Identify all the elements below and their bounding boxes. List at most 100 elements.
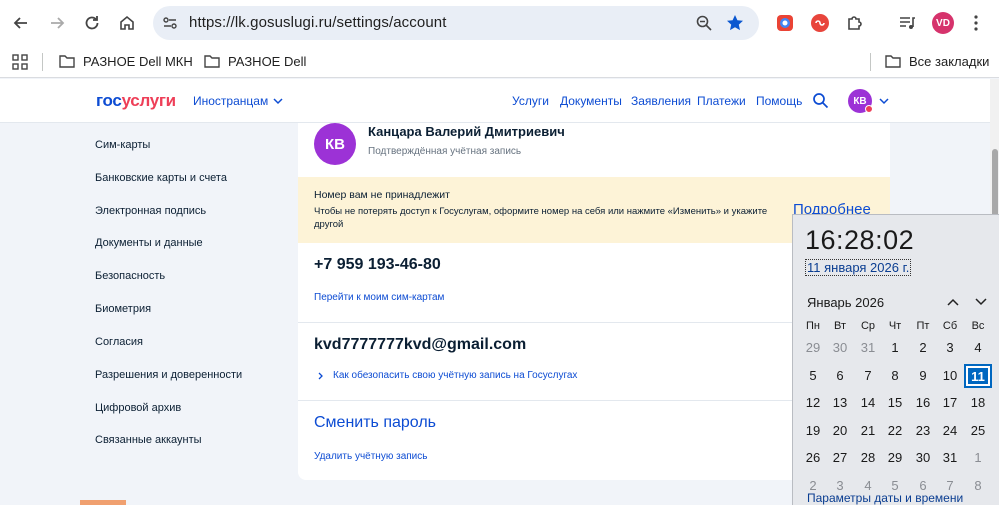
calendar-day[interactable]: 25 [964, 419, 992, 443]
more-menu-icon[interactable] [966, 13, 986, 33]
calendar-day[interactable]: 26 [799, 446, 827, 470]
folder-icon [885, 55, 901, 68]
delete-account-link[interactable]: Удалить учётную запись [314, 451, 427, 462]
sidebar-item-e-signature[interactable]: Электронная подпись [95, 205, 206, 217]
calendar-day[interactable]: 19 [799, 419, 827, 443]
calendar-day[interactable]: 3 [936, 336, 964, 360]
zoom-icon[interactable] [695, 14, 713, 32]
link-extension-icon[interactable] [810, 13, 830, 33]
home-icon [120, 15, 134, 30]
gosuslugi-logo[interactable]: госуслуги [96, 91, 176, 111]
sidebar-item-digital-archive[interactable]: Цифровой архив [95, 402, 181, 414]
sidebar-item-permissions[interactable]: Разрешения и доверенности [95, 369, 242, 381]
color-extension-icon[interactable] [775, 13, 795, 33]
calendar-day[interactable]: 1 [964, 446, 992, 470]
calendar-day[interactable]: 1 [881, 336, 909, 360]
calendar-day[interactable]: 7 [854, 364, 882, 388]
url-text[interactable]: https://lk.gosuslugi.ru/settings/account [189, 14, 446, 31]
back-button[interactable] [6, 8, 36, 38]
nav-payments[interactable]: Платежи [697, 94, 746, 108]
change-password-link[interactable]: Сменить пароль [314, 414, 436, 432]
calendar-day[interactable]: 31 [936, 446, 964, 470]
apps-grid-icon[interactable] [12, 54, 28, 70]
sidebar-item-linked-accounts[interactable]: Связанные аккаунты [95, 434, 202, 446]
calendar-day[interactable]: 29 [881, 446, 909, 470]
calendar-day[interactable]: 22 [881, 419, 909, 443]
site-settings-icon[interactable] [161, 14, 179, 32]
extensions-puzzle-icon[interactable] [845, 13, 865, 33]
nav-applications[interactable]: Заявления [631, 94, 691, 108]
weekday-label: Ср [860, 320, 876, 332]
bookmark-label: РАЗНОЕ Dell МКН [83, 53, 193, 69]
calendar-day[interactable]: 6 [826, 364, 854, 388]
warning-title: Номер вам не принадлежит [314, 189, 450, 201]
calendar-day[interactable]: 20 [826, 419, 854, 443]
forward-button[interactable] [42, 8, 72, 38]
weekday-label: Вс [971, 320, 985, 332]
address-bar[interactable]: https://lk.gosuslugi.ru/settings/account [153, 6, 759, 40]
sidebar-item-security[interactable]: Безопасность [95, 270, 165, 282]
arrow-right-icon [51, 17, 65, 29]
nav-services[interactable]: Услуги [512, 94, 549, 108]
calendar-day-today[interactable]: 11 [964, 363, 992, 388]
calendar-day[interactable]: 30 [826, 336, 854, 360]
calendar-day[interactable]: 28 [854, 446, 882, 470]
calendar-day[interactable]: 8 [964, 474, 992, 498]
calendar-day[interactable]: 5 [799, 364, 827, 388]
calendar-day[interactable]: 31 [854, 336, 882, 360]
date-time-settings-link[interactable]: Параметры даты и времени [807, 491, 963, 505]
all-bookmarks[interactable]: Все закладки [885, 53, 989, 69]
foreigners-menu[interactable]: Иностранцам [193, 94, 283, 108]
reload-button[interactable] [77, 8, 107, 38]
home-button[interactable] [112, 8, 142, 38]
calendar-month[interactable]: Январь 2026 [807, 295, 884, 310]
bookmark-label: РАЗНОЕ Dell [228, 53, 307, 69]
calendar-day[interactable]: 8 [881, 364, 909, 388]
weekday-label: Пн [806, 320, 820, 332]
calendar-day[interactable]: 24 [936, 419, 964, 443]
profile-avatar[interactable]: VD [932, 12, 954, 34]
chevron-up-icon[interactable] [946, 297, 960, 307]
chevron-down-icon[interactable] [974, 297, 988, 307]
bookmarks-bar: РАЗНОЕ Dell МКН РАЗНОЕ Dell Все закладки [0, 46, 999, 78]
calendar-day[interactable]: 15 [881, 391, 909, 415]
calendar-day[interactable]: 9 [909, 364, 937, 388]
sidebar-item-biometrics[interactable]: Биометрия [95, 303, 151, 315]
nav-help[interactable]: Помощь [756, 94, 802, 108]
secure-account-label: Как обезопасить свою учётную запись на Г… [333, 370, 578, 381]
media-control-icon[interactable] [897, 13, 917, 33]
calendar-day[interactable]: 13 [826, 391, 854, 415]
calendar-day[interactable]: 23 [909, 419, 937, 443]
chevron-down-icon[interactable] [879, 96, 889, 106]
bookmark-star-icon[interactable] [725, 13, 745, 33]
calendar-day[interactable]: 12 [799, 391, 827, 415]
phone-number: +7 959 193-46-80 [314, 256, 441, 273]
calendar-day[interactable]: 10 [936, 364, 964, 388]
weekday-label: Сб [942, 320, 958, 332]
bookmark-folder-2[interactable]: РАЗНОЕ Dell [204, 53, 306, 69]
calendar-day[interactable]: 30 [909, 446, 937, 470]
calendar-day[interactable]: 2 [909, 336, 937, 360]
calendar-day[interactable]: 16 [909, 391, 937, 415]
search-icon[interactable] [812, 92, 829, 109]
sidebar-item-sim-cards[interactable]: Сим-карты [95, 139, 150, 151]
bookmark-folder-1[interactable]: РАЗНОЕ Dell МКН [59, 53, 193, 69]
sim-cards-link[interactable]: Перейти к моим сим-картам [314, 292, 444, 303]
email-address: kvd7777777kvd@gmail.com [314, 336, 527, 353]
bottom-accent-bar [80, 500, 126, 505]
folder-icon [204, 55, 220, 68]
sidebar-item-consents[interactable]: Согласия [95, 336, 143, 348]
sidebar-item-bank-cards[interactable]: Банковские карты и счета [95, 172, 227, 184]
calendar-day[interactable]: 4 [964, 336, 992, 360]
calendar-day[interactable]: 14 [854, 391, 882, 415]
current-date-link[interactable]: 11 января 2026 г. [805, 259, 912, 276]
calendar-day[interactable]: 29 [799, 336, 827, 360]
calendar-day[interactable]: 27 [826, 446, 854, 470]
calendar-day[interactable]: 21 [854, 419, 882, 443]
calendar-day[interactable]: 17 [936, 391, 964, 415]
weekday-label: Чт [888, 320, 902, 332]
secure-account-link[interactable]: Как обезопасить свою учётную запись на Г… [317, 370, 577, 381]
calendar-day[interactable]: 18 [964, 391, 992, 415]
nav-documents[interactable]: Документы [560, 94, 622, 108]
sidebar-item-documents[interactable]: Документы и данные [95, 237, 203, 249]
